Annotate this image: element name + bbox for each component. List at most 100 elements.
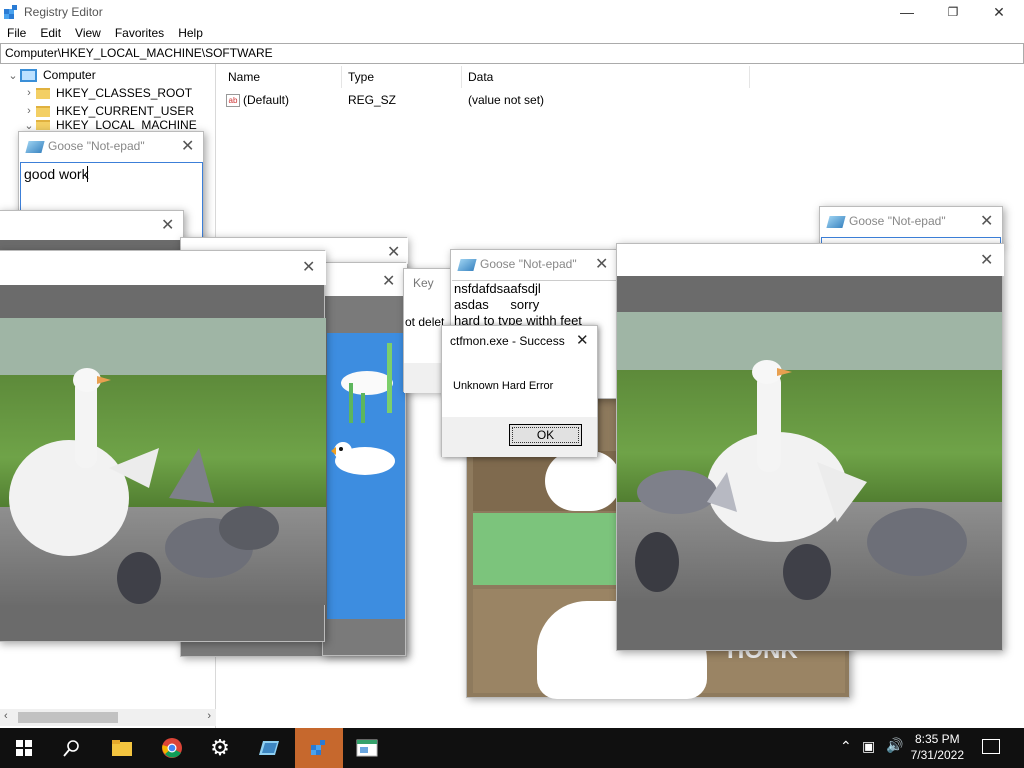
window-titlebar <box>0 251 326 285</box>
tree-item-label: HKEY_CURRENT_USER <box>56 104 195 118</box>
goose-photo-window-left[interactable]: ✕ <box>0 250 326 642</box>
notifications-icon[interactable] <box>982 739 1000 754</box>
goose-photo-window-right[interactable]: ✕ <box>616 243 1004 651</box>
tree-item-hkcr[interactable]: › HKEY_CLASSES_ROOT <box>22 84 192 102</box>
chrome-button[interactable] <box>148 728 196 768</box>
value-type: REG_SZ <box>348 93 397 107</box>
dialog-title: ctfmon.exe - Success <box>450 334 565 348</box>
tree-item-hkcu[interactable]: › HKEY_CURRENT_USER <box>22 102 194 120</box>
window-title: Registry Editor <box>24 5 103 19</box>
close-icon: ✕ <box>993 3 1005 20</box>
table-row[interactable]: ab (Default) <box>226 93 290 108</box>
chevron-down-icon[interactable]: ⌄ <box>6 69 20 82</box>
tree-horizontal-scrollbar[interactable]: ‹ › <box>0 709 216 726</box>
string-value-icon: ab <box>226 94 240 108</box>
computer-icon <box>20 68 37 82</box>
notepad-title: Goose "Not-epad" <box>48 139 145 153</box>
text-cursor <box>87 166 88 182</box>
blank-popup-window[interactable]: ✕ <box>0 210 185 255</box>
close-icon[interactable]: ✕ <box>382 271 395 291</box>
goose-head <box>545 451 621 511</box>
menu-help[interactable]: Help <box>171 24 210 44</box>
error-dialog[interactable]: ctfmon.exe - Success ✕ Unknown Hard Erro… <box>441 325 598 457</box>
menu-bar: File Edit View Favorites Help <box>0 24 1024 44</box>
ok-button[interactable]: OK <box>509 424 582 446</box>
close-icon[interactable]: ✕ <box>576 331 589 349</box>
scrollbar-thumb[interactable] <box>18 712 118 723</box>
chevron-right-icon[interactable]: › <box>22 87 36 99</box>
menu-edit[interactable]: Edit <box>33 24 68 44</box>
folder-icon <box>112 740 132 756</box>
close-icon[interactable]: ✕ <box>181 136 194 156</box>
tree-item-label: HKEY_LOCAL_MACHINE <box>56 120 197 130</box>
goose-notepad-window-right[interactable]: Goose "Not-epad" ✕ <box>819 206 1003 247</box>
notepad-taskbar-button[interactable] <box>245 728 293 768</box>
clock[interactable]: 8:35 PM 7/31/2022 <box>911 732 964 762</box>
scroll-right-icon[interactable]: › <box>207 710 211 722</box>
tree-item-label: Computer <box>43 68 96 82</box>
notepad-icon <box>259 741 279 755</box>
registry-title-bar: Registry Editor — ❐ ✕ <box>0 0 1024 24</box>
scroll-left-icon[interactable]: ‹ <box>4 710 8 722</box>
close-button[interactable]: ✕ <box>976 0 1022 24</box>
registry-editor-icon <box>311 740 325 755</box>
clock-time: 8:35 PM <box>914 732 960 746</box>
partial-text: ot delet <box>405 315 445 329</box>
menu-view[interactable]: View <box>68 24 108 44</box>
close-icon[interactable]: ✕ <box>302 257 315 277</box>
settings-button[interactable]: ⚙ <box>196 728 244 768</box>
window-titlebar <box>617 244 1004 276</box>
value-name: (Default) <box>243 93 290 107</box>
notepad-icon <box>25 141 45 153</box>
chevron-right-icon[interactable]: › <box>22 105 36 117</box>
folder-icon <box>36 87 50 99</box>
app-window-taskbar-button[interactable] <box>343 728 391 768</box>
folder-icon <box>36 120 50 130</box>
close-icon[interactable]: ✕ <box>387 242 400 262</box>
search-icon <box>63 740 79 757</box>
duck-game-window[interactable]: ✕ <box>322 262 407 656</box>
volume-icon[interactable]: 🔊 <box>886 737 903 754</box>
start-button[interactable] <box>0 728 48 768</box>
registry-editor-icon <box>4 5 17 19</box>
column-divider[interactable] <box>749 66 750 88</box>
tree-item-computer[interactable]: ⌄ Computer <box>6 66 96 84</box>
close-icon[interactable]: ✕ <box>595 254 608 274</box>
notepad-icon <box>826 216 846 228</box>
gear-icon: ⚙ <box>210 735 230 760</box>
pond-scene <box>327 333 405 619</box>
chevron-up-icon[interactable]: ⌃ <box>840 738 852 755</box>
address-bar[interactable]: Computer\HKEY_LOCAL_MACHINE\SOFTWARE <box>0 43 1024 64</box>
close-icon[interactable]: ✕ <box>980 211 993 231</box>
column-header-name[interactable]: Name <box>228 70 260 84</box>
restore-icon: ❐ <box>947 5 959 19</box>
maximize-button[interactable]: ❐ <box>930 0 976 24</box>
goose-photo <box>0 318 326 605</box>
notepad-line: asdas sorry <box>454 297 540 312</box>
file-explorer-button[interactable] <box>98 728 146 768</box>
dialog-message: Unknown Hard Error <box>453 380 554 392</box>
column-divider[interactable] <box>461 66 462 88</box>
folder-icon <box>36 105 50 117</box>
column-header-type[interactable]: Type <box>348 70 374 84</box>
chevron-down-icon[interactable]: ⌄ <box>22 120 36 130</box>
minimize-button[interactable]: — <box>884 0 930 24</box>
minimize-icon: — <box>900 4 914 20</box>
goose-image <box>635 360 967 600</box>
menu-file[interactable]: File <box>0 24 33 44</box>
notepad-title: Goose "Not-epad" <box>849 214 946 228</box>
column-divider[interactable] <box>341 66 342 88</box>
notepad-title: Goose "Not-epad" <box>480 257 577 271</box>
menu-favorites[interactable]: Favorites <box>108 24 171 44</box>
window-app-icon <box>356 739 378 757</box>
close-icon[interactable]: ✕ <box>980 250 993 270</box>
value-data: (value not set) <box>468 93 545 107</box>
notepad-icon <box>457 259 477 271</box>
search-button[interactable] <box>48 728 96 768</box>
registry-editor-taskbar-button[interactable] <box>295 728 343 768</box>
windows-logo-icon <box>16 740 32 756</box>
tree-item-hklm[interactable]: ⌄ HKEY_LOCAL_MACHINE <box>22 120 197 130</box>
close-icon[interactable]: ✕ <box>161 215 174 235</box>
network-icon[interactable]: ▣ <box>862 738 875 755</box>
column-header-data[interactable]: Data <box>468 70 493 84</box>
